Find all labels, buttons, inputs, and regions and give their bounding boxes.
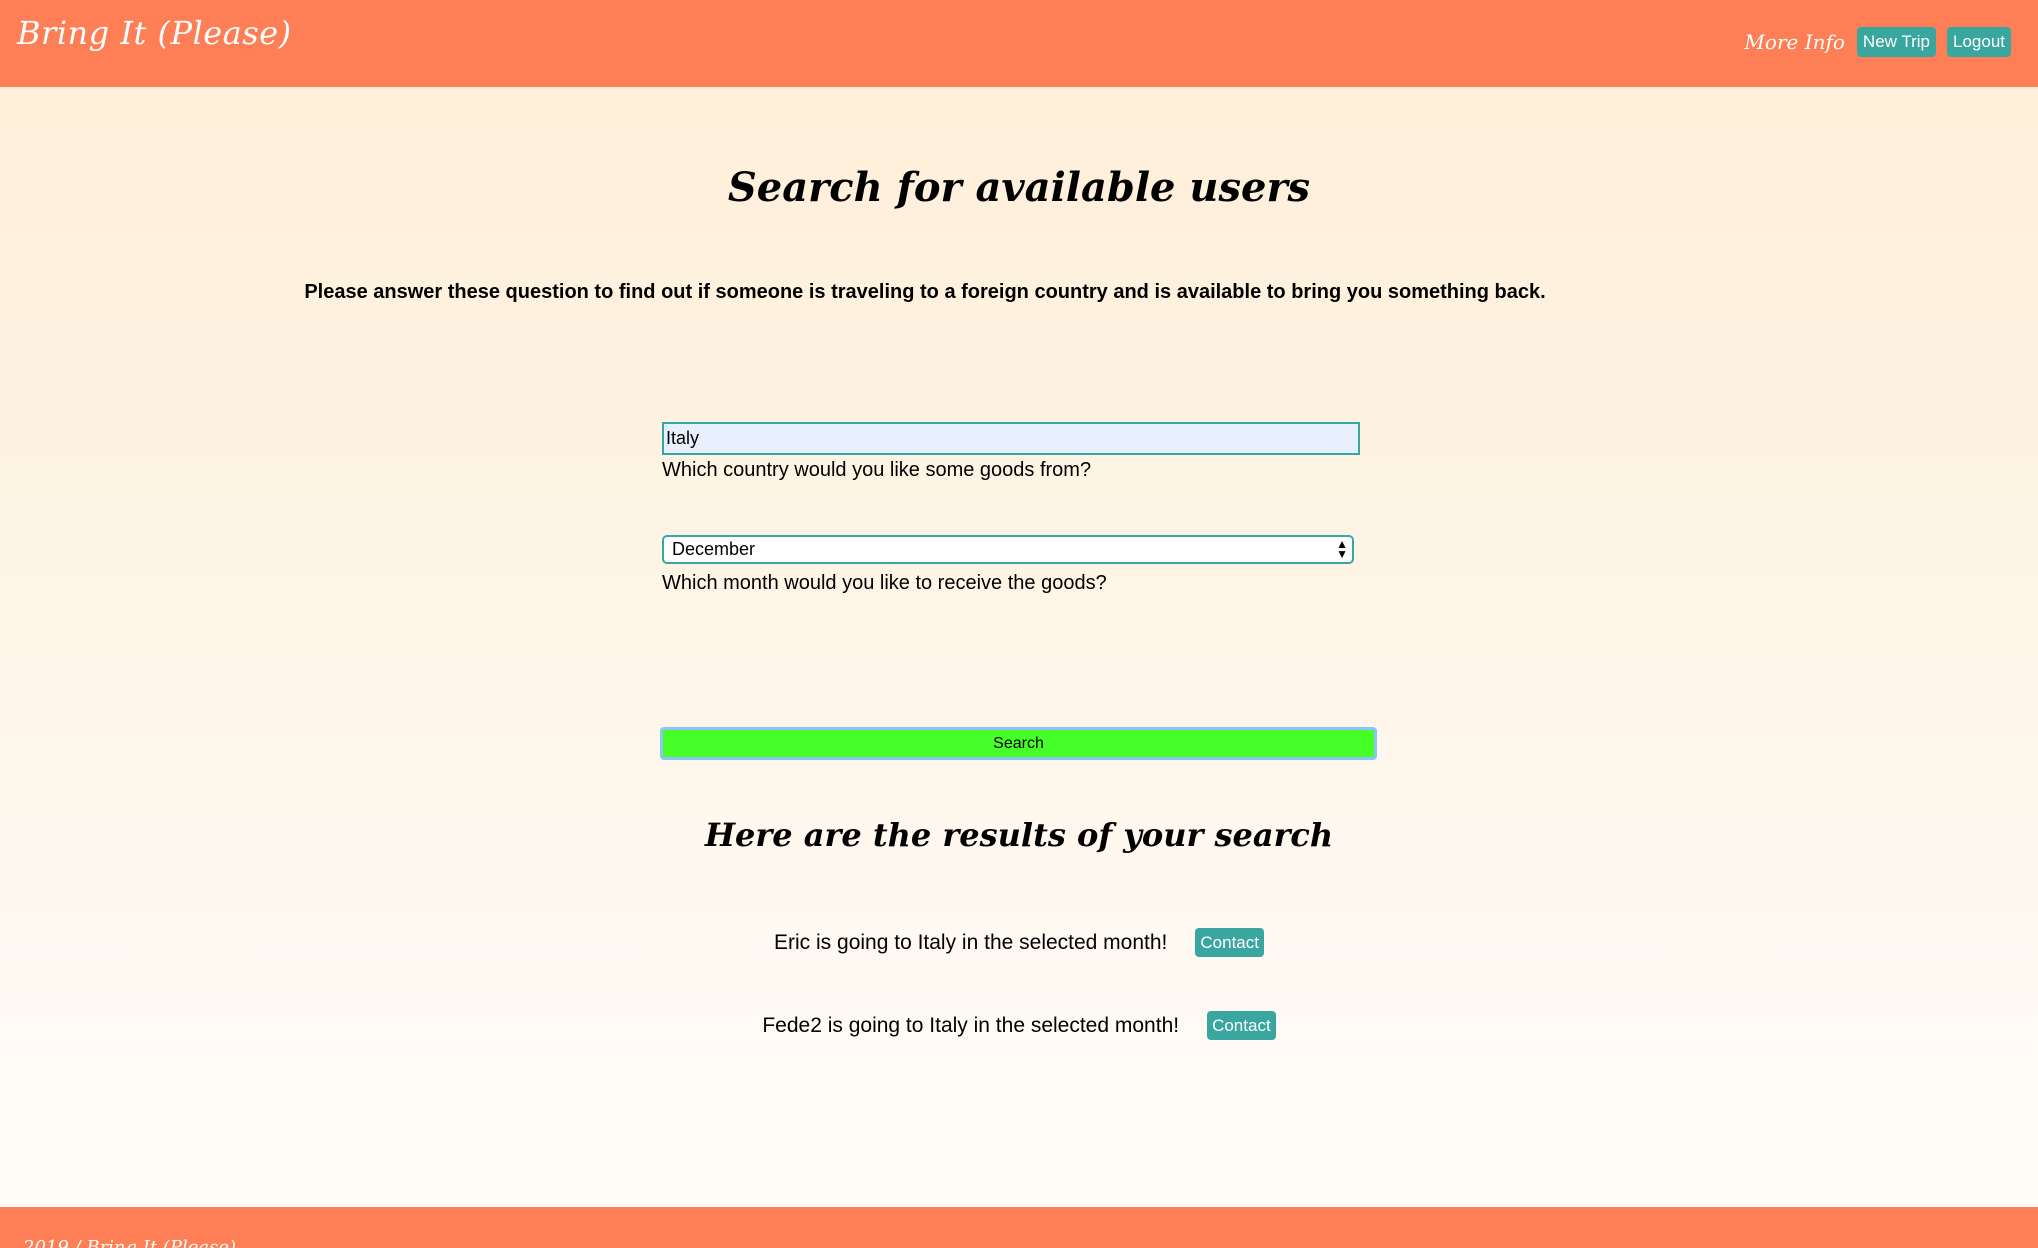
page-title: Search for available users <box>727 164 1311 211</box>
nav-actions: More Info New Trip Logout <box>1744 27 2011 57</box>
country-input[interactable] <box>662 422 1360 455</box>
search-button[interactable]: Search <box>660 727 1377 760</box>
month-select-value: December <box>672 539 756 559</box>
result-text: Eric is going to Italy in the selected m… <box>774 930 1168 954</box>
contact-button[interactable]: Contact <box>1207 1011 1276 1040</box>
navbar: Bring It (Please) More Info New Trip Log… <box>0 0 2038 87</box>
month-select[interactable]: December ▲ ▼ <box>662 535 1354 564</box>
result-text: Fede2 is going to Italy in the selected … <box>762 1013 1180 1037</box>
new-trip-button[interactable]: New Trip <box>1856 27 1936 57</box>
list-item: Eric is going to Italy in the selected m… <box>0 928 2038 957</box>
intro-text: Please answer these question to find out… <box>304 281 1546 303</box>
logout-button[interactable]: Logout <box>1947 27 2011 57</box>
footer-text: 2019 / Bring It (Please) <box>23 1237 236 1248</box>
select-arrows-icon: ▲ ▼ <box>1336 537 1348 561</box>
more-info-link[interactable]: More Info <box>1744 30 1845 54</box>
list-item: Fede2 is going to Italy in the selected … <box>0 1011 2038 1040</box>
footer: 2019 / Bring It (Please) <box>0 1207 2038 1248</box>
results-title: Here are the results of your search <box>704 816 1334 854</box>
month-question-label: Which month would you like to receive th… <box>662 572 1107 594</box>
country-question-label: Which country would you like some goods … <box>662 459 1092 481</box>
contact-button[interactable]: Contact <box>1195 928 1264 957</box>
brand-logo[interactable]: Bring It (Please) <box>17 14 292 52</box>
